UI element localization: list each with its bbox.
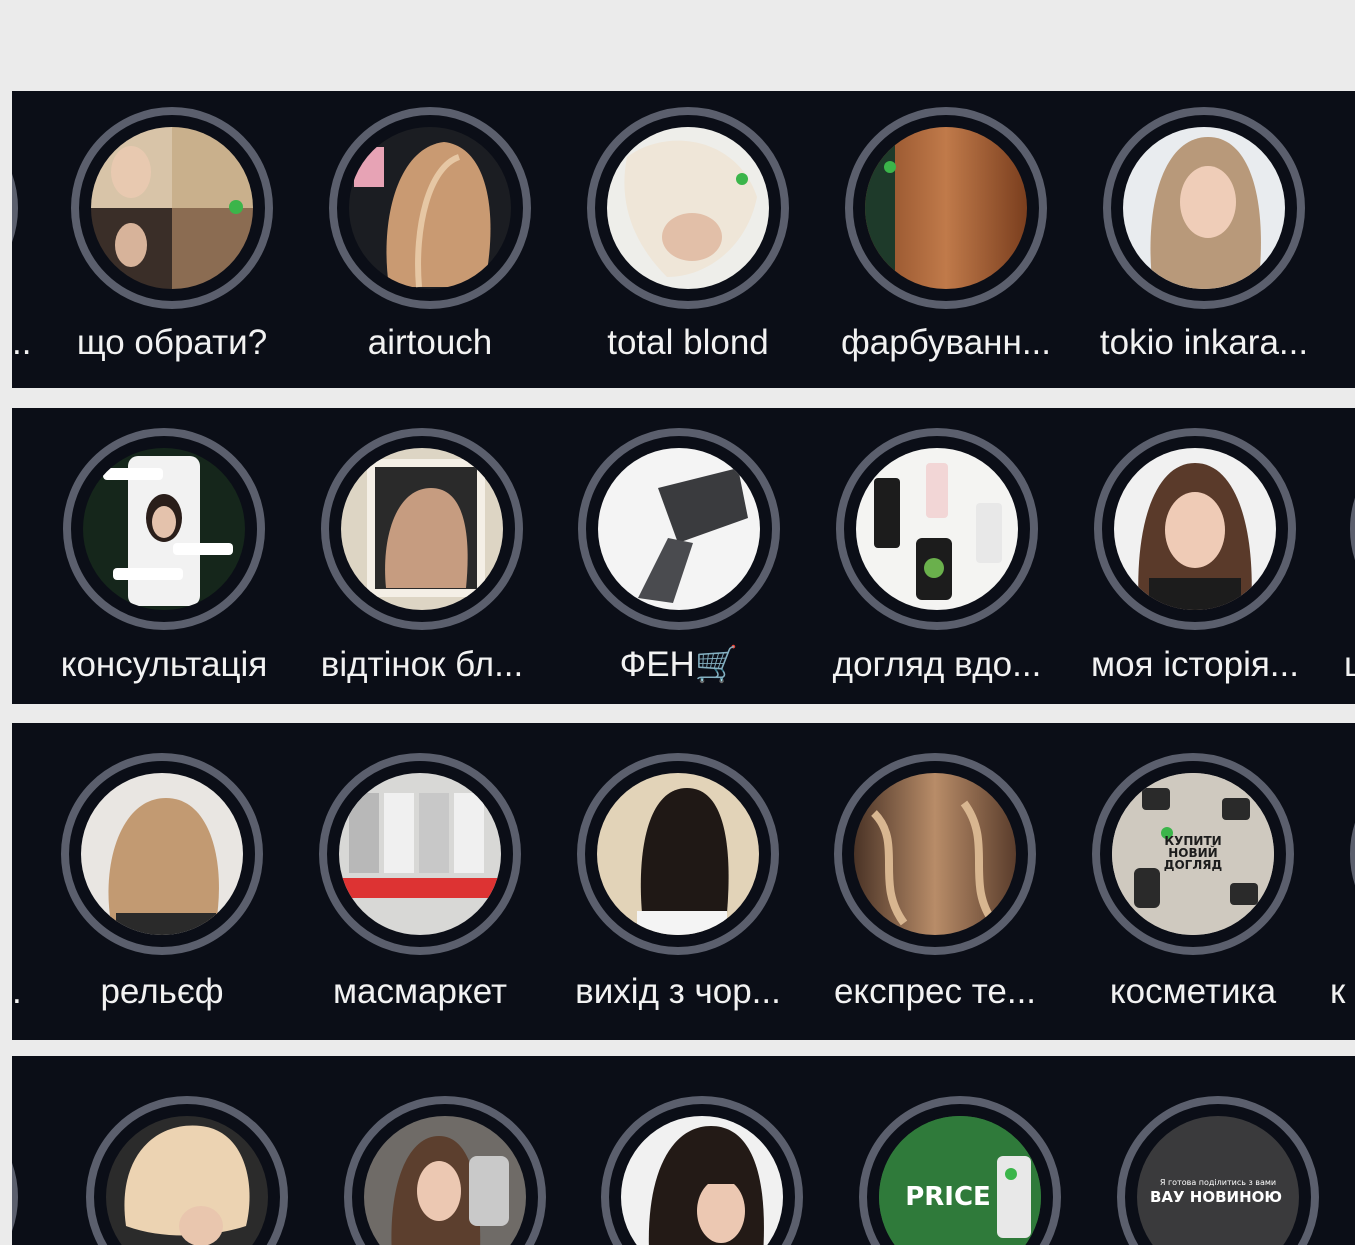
highlight-label: ФЕН🛒: [619, 645, 739, 684]
highlight-thumbnail: [598, 448, 760, 610]
highlights-row-2: консультація відтінок бл... ФЕН🛒 догляд …: [12, 408, 1355, 704]
highlight-item[interactable]: [71, 107, 273, 309]
highlight-label: що обрати?: [76, 323, 268, 362]
highlight-item[interactable]: [86, 1096, 288, 1245]
highlight-item[interactable]: [845, 107, 1047, 309]
highlight-thumbnail: [341, 448, 503, 610]
highlight-thumbnail: [339, 773, 501, 935]
highlight-item[interactable]: КУПИТИ НОВИЙ ДОГЛЯД: [1092, 753, 1294, 955]
highlight-label: ..: [12, 323, 32, 362]
highlights-row-4: PRICE Я готова поділитись з вами ВАУ НОВ…: [12, 1056, 1355, 1245]
highlight-label: моя історія...: [1091, 645, 1299, 684]
highlight-item[interactable]: [329, 107, 531, 309]
highlight-label: рельєф: [100, 972, 224, 1011]
highlight-item[interactable]: [577, 753, 779, 955]
highlight-label: консультація: [60, 645, 268, 684]
highlight-thumbnail: [1114, 448, 1276, 610]
highlight-thumbnail: [865, 127, 1027, 289]
highlight-item[interactable]: [834, 753, 1036, 955]
highlight-item[interactable]: [1103, 107, 1305, 309]
highlight-label: ц: [1344, 645, 1355, 684]
thumbnail-small-caption: Я готова поділитись з вами: [1159, 1178, 1277, 1187]
partial-highlight[interactable]: [12, 1096, 18, 1245]
highlights-row-3: . рельєф масмаркет вихід з чор... експре…: [12, 723, 1355, 1040]
highlight-label: масмаркет: [332, 972, 508, 1011]
highlight-thumbnail: [83, 448, 245, 610]
partial-highlight[interactable]: [1350, 428, 1355, 630]
highlight-item[interactable]: [344, 1096, 546, 1245]
highlight-label: tokio inkara...: [1099, 323, 1309, 362]
highlight-label: догляд вдо...: [832, 645, 1042, 684]
highlight-thumbnail: [349, 127, 511, 289]
highlight-thumbnail: [1123, 127, 1285, 289]
highlight-item[interactable]: [321, 428, 523, 630]
highlight-label: airtouch: [367, 323, 493, 362]
partial-highlight[interactable]: [1350, 753, 1355, 955]
highlight-label: вихід з чор...: [575, 972, 781, 1011]
highlight-item[interactable]: [319, 753, 521, 955]
highlight-thumbnail: [91, 127, 253, 289]
highlight-item[interactable]: [836, 428, 1038, 630]
highlight-label: фарбуванн...: [841, 323, 1051, 362]
highlight-thumbnail: [81, 773, 243, 935]
highlight-item[interactable]: [587, 107, 789, 309]
highlight-label: відтінок бл...: [320, 645, 524, 684]
highlight-label: косметика: [1109, 972, 1277, 1011]
highlight-thumbnail: [597, 773, 759, 935]
highlight-item[interactable]: [578, 428, 780, 630]
highlights-row-1: .. що обрати? airtouch total blond фарбу…: [12, 91, 1355, 388]
partial-highlight[interactable]: [12, 107, 18, 309]
highlight-item[interactable]: [1094, 428, 1296, 630]
thumbnail-caption: PRICE: [905, 1182, 991, 1212]
highlight-item[interactable]: [61, 753, 263, 955]
highlight-item[interactable]: [63, 428, 265, 630]
highlight-thumbnail: [607, 127, 769, 289]
highlight-label: експрес те...: [833, 972, 1037, 1011]
highlight-label: .: [12, 972, 22, 1011]
highlight-thumbnail: [856, 448, 1018, 610]
highlight-thumbnail: КУПИТИ НОВИЙ ДОГЛЯД: [1112, 773, 1274, 935]
highlight-item[interactable]: PRICE: [859, 1096, 1061, 1245]
thumbnail-caption: ВАУ НОВИНОЮ: [1149, 1188, 1283, 1206]
highlight-label: к: [1330, 972, 1346, 1011]
highlight-item[interactable]: Я готова поділитись з вами ВАУ НОВИНОЮ: [1117, 1096, 1319, 1245]
highlight-thumbnail: [854, 773, 1016, 935]
thumbnail-caption: КУПИТИ НОВИЙ ДОГЛЯД: [1163, 834, 1223, 872]
highlight-thumbnail: PRICE: [879, 1116, 1041, 1245]
highlight-label: total blond: [607, 323, 769, 362]
highlight-item[interactable]: [601, 1096, 803, 1245]
